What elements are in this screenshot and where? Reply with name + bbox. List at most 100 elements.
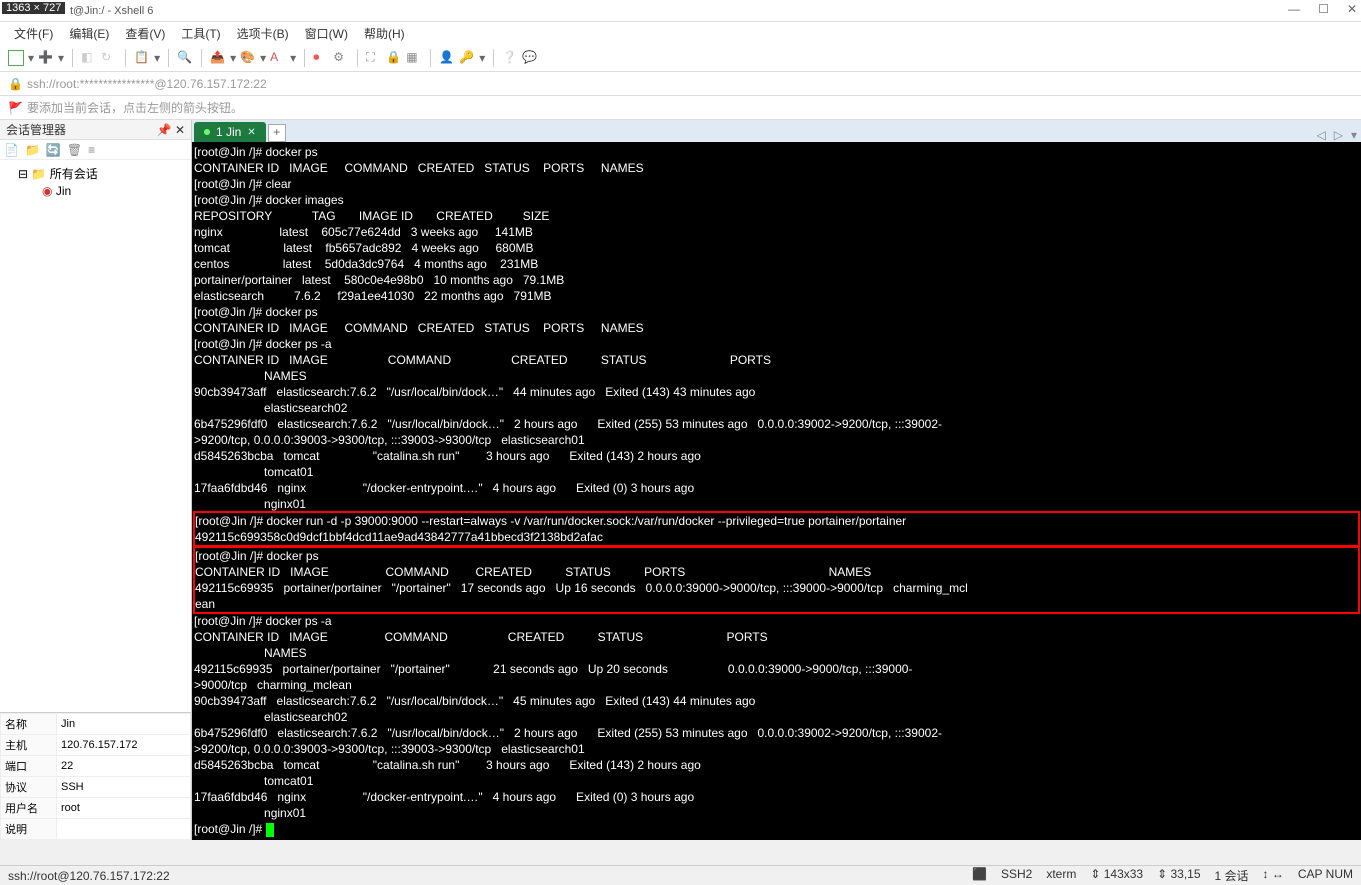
session-properties: 名称Jin主机120.76.157.172端口22协议SSH用户名root说明 (0, 712, 191, 840)
terminal-line: 90cb39473aff elasticsearch:7.6.2 "/usr/l… (194, 693, 1359, 709)
flag-icon[interactable]: 🚩 (8, 101, 23, 115)
tab-bar: 1 Jin ✕ + ◁ ▷ ▾ (192, 120, 1361, 142)
layout-icon[interactable]: ▦ (406, 50, 422, 66)
chat-icon[interactable]: 💬 (522, 50, 538, 66)
dropdown-icon[interactable]: ▾ (58, 51, 64, 65)
palette-icon[interactable]: 🎨 (240, 50, 256, 66)
address-text: ssh://root:****************@120.76.157.1… (27, 77, 267, 91)
terminal-line: 6b475296fdf0 elasticsearch:7.6.2 "/usr/l… (194, 416, 1359, 432)
menu-edit[interactable]: 编辑(E) (63, 25, 115, 42)
prop-val: Jin (57, 714, 191, 735)
menu-view[interactable]: 查看(V) (119, 25, 171, 42)
terminal-line: [root@Jin /]# docker ps (195, 548, 1358, 564)
tree-root[interactable]: ⊟ 📁 所有会话 (4, 164, 187, 183)
dropdown-icon[interactable]: ▾ (154, 51, 160, 65)
help-icon[interactable]: ❔ (502, 50, 518, 66)
menu-window[interactable]: 窗口(W) (299, 25, 354, 42)
lock-icon[interactable]: 🔒 (386, 50, 402, 66)
record-icon[interactable]: ⏺ (313, 50, 329, 66)
terminal-line: [root@Jin /]# docker ps (194, 304, 1359, 320)
terminal-line: 17faa6fdbd46 nginx "/docker-entrypoint.…… (194, 480, 1359, 496)
close-panel-icon[interactable]: ✕ (175, 123, 185, 137)
new-session-icon[interactable]: 📄 (4, 143, 19, 157)
gear-icon[interactable]: ⚙ (333, 50, 349, 66)
tree-session-jin[interactable]: ◉ Jin (4, 183, 187, 199)
prop-key: 用户名 (1, 798, 57, 819)
address-bar[interactable]: 🔒 ssh://root:****************@120.76.157… (0, 72, 1361, 96)
delete-icon[interactable]: 🗑 (67, 143, 82, 157)
new-icon[interactable] (8, 50, 24, 66)
add-icon[interactable]: ➕ (38, 50, 54, 66)
dropdown-icon[interactable]: ▾ (260, 51, 266, 65)
new-tab-button[interactable]: + (268, 124, 286, 142)
terminal-line: CONTAINER ID IMAGE COMMAND CREATED STATU… (195, 564, 1358, 580)
tab-menu-icon[interactable]: ▾ (1347, 128, 1361, 142)
quick-hint-text: 要添加当前会话，点击左侧的箭头按钮。 (27, 99, 243, 116)
disconnect-icon[interactable]: ◧ (81, 50, 97, 66)
menu-file[interactable]: 文件(F) (8, 25, 59, 42)
reconnect-icon[interactable]: ↻ (101, 50, 117, 66)
menu-tools[interactable]: 工具(T) (175, 25, 226, 42)
highlight-box-1: [root@Jin /]# docker run -d -p 39000:900… (193, 511, 1360, 547)
refresh-icon[interactable]: 🔄 (46, 143, 61, 157)
menubar: 文件(F) 编辑(E) 查看(V) 工具(T) 选项卡(B) 窗口(W) 帮助(… (0, 22, 1361, 44)
dropdown-icon[interactable]: ▾ (230, 51, 236, 65)
prop-key: 说明 (1, 819, 57, 840)
terminal-line: 492115c69935 portainer/portainer "/porta… (194, 661, 1359, 677)
font-icon[interactable]: A (270, 50, 286, 66)
folder-icon[interactable]: 📁 (25, 143, 40, 157)
terminal-line: [root@Jin /]# clear (194, 176, 1359, 192)
fullscreen-icon[interactable]: ⛶ (366, 50, 382, 66)
terminal-line: [root@Jin /]# docker ps -a (194, 613, 1359, 629)
prop-val (57, 819, 191, 840)
transfer-icon[interactable]: 📤 (210, 50, 226, 66)
tree-child-label: Jin (56, 184, 71, 198)
close-icon[interactable]: ✕ (1347, 2, 1357, 16)
terminal-line: d5845263bcba tomcat "catalina.sh run" 3 … (194, 757, 1359, 773)
tab-nav-left-icon[interactable]: ◁ (1313, 128, 1330, 142)
terminal-line: CONTAINER ID IMAGE COMMAND CREATED STATU… (194, 320, 1359, 336)
dropdown-icon[interactable]: ▾ (28, 51, 34, 65)
panel-header: 会话管理器 📌 ✕ (0, 120, 191, 140)
key-icon[interactable]: 🔑 (459, 50, 475, 66)
tab-label: 1 Jin (216, 125, 241, 139)
terminal-line: CONTAINER ID IMAGE COMMAND CREATED STATU… (194, 629, 1359, 645)
terminal-line: elasticsearch02 (194, 400, 1359, 416)
dropdown-icon[interactable]: ▾ (479, 51, 485, 65)
status-size: ⇕ 143x33 (1090, 867, 1143, 884)
terminal-line: [root@Jin /]# docker ps (194, 144, 1359, 160)
pin-icon[interactable]: 📌 (157, 123, 172, 137)
menu-tab[interactable]: 选项卡(B) (231, 25, 295, 42)
terminal-line: nginx latest 605c77e624dd 3 weeks ago 14… (194, 224, 1359, 240)
terminal-line: elasticsearch02 (194, 709, 1359, 725)
minimize-icon[interactable]: — (1288, 2, 1300, 16)
list-icon[interactable]: ≡ (88, 143, 95, 157)
window-title: t@Jin:/ - Xshell 6 (70, 5, 153, 17)
tab-nav-right-icon[interactable]: ▷ (1330, 128, 1347, 142)
maximize-icon[interactable]: ☐ (1318, 2, 1329, 16)
status-dot-icon (204, 129, 210, 135)
search-icon[interactable]: 🔍 (177, 50, 193, 66)
copy-icon[interactable]: 📋 (134, 50, 150, 66)
dropdown-icon[interactable]: ▾ (290, 51, 296, 65)
tab-jin[interactable]: 1 Jin ✕ (194, 122, 266, 142)
menu-help[interactable]: 帮助(H) (358, 25, 411, 42)
titlebar: 1363 × 727 t@Jin:/ - Xshell 6 — ☐ ✕ (0, 0, 1361, 22)
terminal-line: NAMES (194, 645, 1359, 661)
panel-title: 会话管理器 (6, 121, 66, 138)
terminal[interactable]: [root@Jin /]# docker psCONTAINER ID IMAG… (192, 142, 1361, 840)
terminal-line: >9200/tcp, 0.0.0.0:39003->9300/tcp, :::3… (194, 741, 1359, 757)
prop-key: 端口 (1, 756, 57, 777)
prop-key: 主机 (1, 735, 57, 756)
terminal-line: [root@Jin /]# docker ps -a (194, 336, 1359, 352)
prop-key: 名称 (1, 714, 57, 735)
session-tree[interactable]: ⊟ 📁 所有会话 ◉ Jin (0, 160, 191, 712)
user-icon[interactable]: 👤 (439, 50, 455, 66)
prop-key: 协议 (1, 777, 57, 798)
terminal-line: 6b475296fdf0 elasticsearch:7.6.2 "/usr/l… (194, 725, 1359, 741)
prop-val: SSH (57, 777, 191, 798)
terminal-line: tomcat01 (194, 464, 1359, 480)
terminal-line: portainer/portainer latest 580c0e4e98b0 … (194, 272, 1359, 288)
close-tab-icon[interactable]: ✕ (247, 127, 255, 138)
terminal-line: tomcat01 (194, 773, 1359, 789)
